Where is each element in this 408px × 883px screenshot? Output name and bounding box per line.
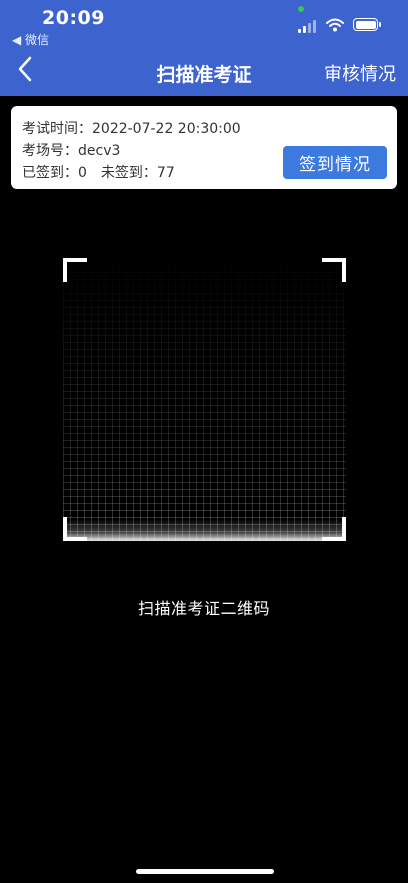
- exam-room-value: decv3: [78, 143, 121, 159]
- scan-corner-top-right: [322, 258, 346, 282]
- scan-grid: [63, 258, 346, 541]
- privacy-indicator-icon: [298, 6, 304, 12]
- signed-count: 0: [78, 165, 87, 181]
- unsigned-label: 未签到：: [100, 165, 157, 181]
- top-bar: 20:09 ◀ 微信 扫描准考证 审核情况: [0, 0, 408, 96]
- exam-time-value: 2022-07-22 20:30:00: [92, 121, 241, 137]
- status-time: 20:09: [42, 7, 105, 29]
- exam-room-label: 考场号：: [22, 143, 78, 159]
- signed-label: 已签到：: [22, 165, 78, 181]
- exam-time-row: 考试时间：2022-07-22 20:30:00: [22, 118, 241, 138]
- exam-room-row: 考场号：decv3: [22, 140, 120, 160]
- wifi-icon: [326, 18, 344, 32]
- checkin-count-row: 已签到：0 未签到：77: [22, 162, 175, 182]
- home-indicator[interactable]: [136, 869, 274, 874]
- scan-corner-bottom-left: [63, 517, 87, 541]
- checkin-status-button[interactable]: 签到情况: [283, 146, 387, 179]
- exam-info-card: 考试时间：2022-07-22 20:30:00 考场号：decv3 已签到：0…: [11, 106, 397, 189]
- unsigned-count: 77: [156, 165, 175, 181]
- scan-corner-bottom-right: [322, 517, 346, 541]
- scan-corner-top-left: [63, 258, 87, 282]
- review-status-button[interactable]: 审核情况: [324, 60, 396, 86]
- back-to-app-link[interactable]: ◀ 微信: [12, 31, 49, 48]
- exam-time-label: 考试时间：: [22, 121, 92, 137]
- signal-icon: [298, 19, 320, 33]
- scan-frame: [63, 258, 346, 541]
- battery-icon: [353, 18, 381, 31]
- scan-line: [63, 519, 346, 541]
- scan-hint: 扫描准考证二维码: [137, 599, 270, 618]
